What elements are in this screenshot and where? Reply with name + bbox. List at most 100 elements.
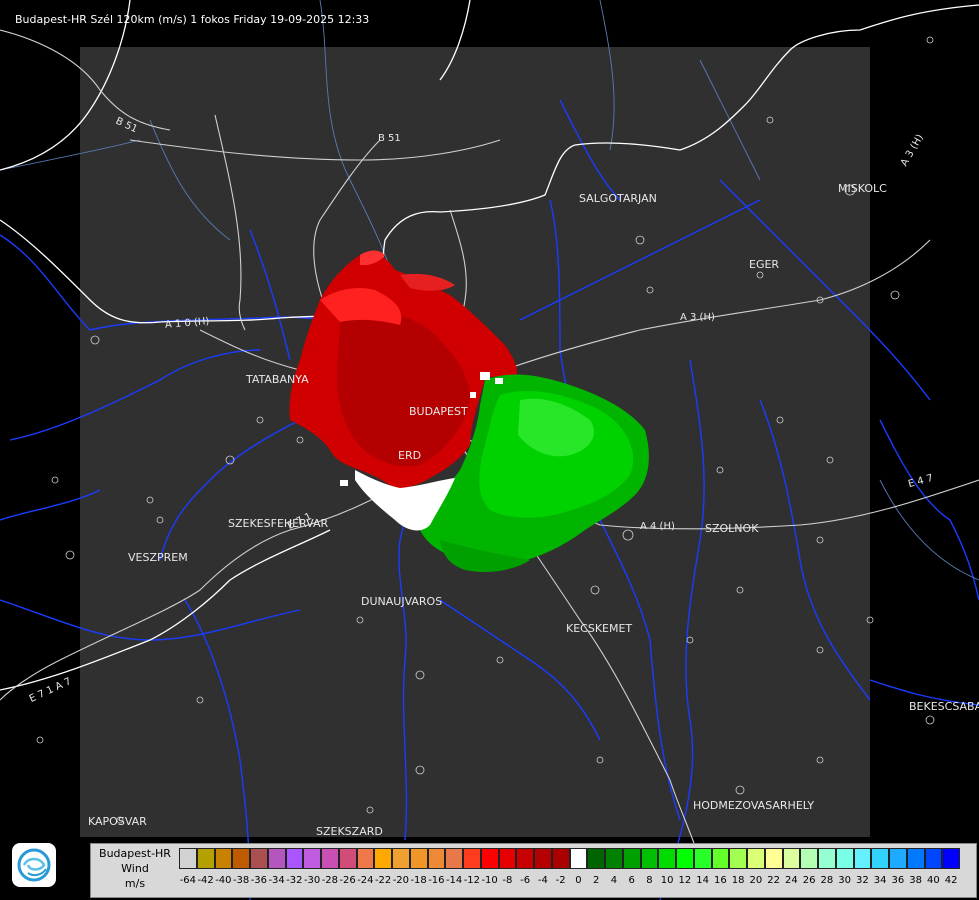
legend-swatch (658, 848, 676, 869)
legend-tick-label: 38 (909, 875, 922, 886)
city-label-veszprem: VESZPREM (128, 551, 188, 564)
legend-swatch (232, 848, 250, 869)
legend-tick-label: -12 (463, 875, 481, 886)
legend-tick-label: 24 (785, 875, 798, 886)
legend-tick-label: 30 (838, 875, 851, 886)
radar-title: Budapest-HR Szél 120km (m/s) 1 fokos Fri… (15, 13, 370, 26)
legend-swatch (498, 848, 517, 869)
legend-swatch (285, 848, 304, 869)
legend-swatch (214, 848, 233, 869)
city-label-salgotarjan: SALGOTARJAN (579, 192, 657, 205)
legend-tick-label: 26 (802, 875, 816, 886)
legend-tick-label: -40 (215, 875, 232, 886)
road-label-b51-east: B 51 (378, 133, 401, 144)
radar-map (0, 0, 979, 900)
legend-swatch (587, 848, 605, 869)
legend-title-product: Wind (121, 862, 149, 875)
city-label-dunaujvaros: DUNAUJVAROS (361, 595, 443, 608)
legend-tick-label: 4 (610, 875, 618, 886)
legend-swatch (196, 848, 215, 869)
legend-swatch (321, 848, 339, 869)
legend-swatch (853, 848, 872, 869)
legend-swatch (267, 848, 286, 869)
legend-swatch (250, 848, 268, 869)
legend-swatch (747, 848, 765, 869)
legend-swatch (924, 848, 943, 869)
legend-tick-label: -36 (250, 875, 268, 886)
legend-tick-label: 42 (944, 875, 958, 886)
legend-swatch (303, 848, 321, 869)
city-label-erd: ERD (398, 449, 422, 462)
legend-swatch (534, 848, 552, 869)
legend-swatch (569, 848, 588, 869)
legend-tick-label: 22 (767, 875, 780, 886)
legend-tick-label: 2 (592, 875, 600, 886)
legend-title-radar: Budapest-HR (99, 847, 171, 860)
legend-tick-label: -4 (537, 875, 548, 886)
city-label-budapest: BUDAPEST (409, 405, 468, 418)
legend-swatch (427, 848, 446, 869)
legend-tick-label: 32 (856, 875, 869, 886)
legend-swatch (551, 848, 570, 869)
legend-swatch (782, 848, 801, 869)
legend-tick-label: -28 (321, 875, 339, 886)
legend-tick-label: 20 (749, 875, 763, 886)
logo-icon (17, 848, 51, 882)
legend-swatch (889, 848, 907, 869)
legend-swatch (179, 848, 197, 869)
legend-swatch (392, 848, 410, 869)
city-label-kecskemet: KECSKEMET (566, 622, 633, 635)
road-label-a3-center: A 3 (H) (680, 312, 715, 323)
legend-tick-label: 16 (714, 875, 727, 886)
legend-swatch (818, 848, 836, 869)
legend-tick-label: -10 (481, 875, 498, 886)
legend-swatch (906, 848, 925, 869)
legend-tick-label: -38 (232, 875, 250, 886)
legend-tick-labels: -64 -42 -40 -38 -36 -34 -32 -30 -28 -26 -24 -22 -20-… (179, 875, 960, 889)
legend-swatch (605, 848, 623, 869)
legend-tick-label: -14 (445, 875, 463, 886)
legend-tick-label: -6 (520, 875, 531, 886)
legend-swatch (463, 848, 481, 869)
legend-swatch (764, 848, 783, 869)
legend-swatch (480, 848, 499, 869)
legend-swatch (871, 848, 889, 869)
legend-tick-label: 36 (891, 875, 905, 886)
city-label-szekesfehervar: SZEKESFEHERVAR (228, 517, 329, 530)
legend-tick-label: -32 (286, 875, 303, 886)
legend-color-scale (179, 848, 960, 869)
legend-swatch (640, 848, 659, 869)
legend-swatch (516, 848, 534, 869)
city-label-szekszard: SZEKSZARD (316, 825, 383, 838)
legend-tick-label: -64 (179, 875, 197, 886)
legend-tick-label: -8 (502, 875, 513, 886)
road-label-a4: A 4 (H) (640, 521, 675, 532)
legend-tick-label: -18 (410, 875, 427, 886)
legend-title-unit: m/s (124, 877, 146, 890)
legend-tick-label: -30 (303, 875, 321, 886)
legend-tick-label: -42 (197, 875, 214, 886)
legend-tick-label: 0 (575, 875, 582, 886)
legend-swatch (445, 848, 463, 869)
legend-swatch (693, 848, 712, 869)
legend-swatch (356, 848, 375, 869)
city-label-eger: EGER (749, 258, 780, 271)
legend-swatch (800, 848, 818, 869)
legend-swatch (374, 848, 392, 869)
legend-tick-label: 10 (660, 875, 674, 886)
legend-tick-label: 14 (696, 875, 709, 886)
city-label-miskolc: MISKOLC (838, 182, 887, 195)
legend-swatch (622, 848, 641, 869)
legend-swatch (942, 848, 960, 869)
legend-tick-label: -20 (392, 875, 410, 886)
legend-tick-label: 28 (820, 875, 834, 886)
omsz-logo (12, 843, 56, 887)
city-label-hodmezovasarhely: HODMEZOVASARHELY (693, 799, 815, 812)
legend-tick-label: 8 (646, 875, 653, 886)
legend-swatch (711, 848, 730, 869)
legend-tick-label: 40 (927, 875, 940, 886)
city-label-tatabanya: TATABANYA (246, 373, 309, 386)
legend-swatch (729, 848, 747, 869)
city-label-kaposvar: KAPOSVAR (88, 815, 147, 828)
city-label-szolnok: SZOLNOK (705, 522, 759, 535)
